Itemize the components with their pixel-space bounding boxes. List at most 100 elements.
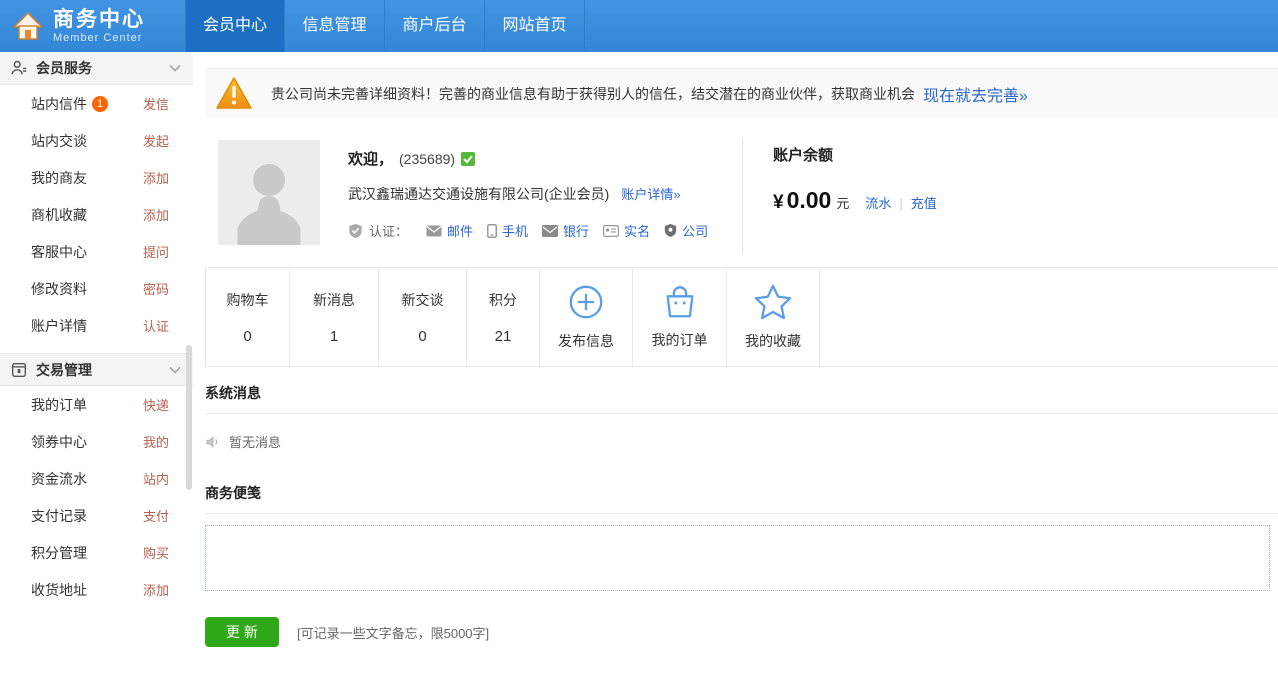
sidebar-item-shipping-address: 收货地址 添加 [0, 571, 193, 608]
id-card-icon [603, 225, 619, 237]
profile-row: 欢迎， (235689) 武汉鑫瑞通达交通设施有限公司(企业会员)账户详情» [205, 130, 1278, 255]
memo-title: 商务便笺 [205, 483, 1278, 514]
empty-message-text: 暂无消息 [229, 432, 281, 451]
system-message-empty: 暂无消息 [205, 432, 1278, 451]
stat-new-messages[interactable]: 新消息 1 [290, 268, 379, 366]
sidebar-action-express[interactable]: 快递 [143, 395, 169, 414]
sidebar-action-add-address[interactable]: 添加 [143, 580, 169, 599]
recharge-link[interactable]: 充值 [911, 196, 937, 211]
sidebar-item-label: 站内信件 [31, 94, 87, 114]
phone-icon [487, 224, 497, 238]
sidebar-item-label[interactable]: 积分管理 [31, 543, 87, 563]
update-button[interactable]: 更 新 [205, 617, 279, 647]
sidebar-item-edit-profile: 修改资料 密码 [0, 270, 193, 307]
app-subtitle: Member Center [53, 32, 145, 44]
sidebar-section-member-services[interactable]: 会员服务 [0, 52, 193, 85]
cert-bank[interactable]: 银行 [542, 221, 589, 240]
cert-real-name[interactable]: 实名 [603, 221, 650, 240]
sidebar-section-title: 交易管理 [36, 360, 92, 380]
main-content: 贵公司尚未完善详细资料！完善的商业信息有助于获得别人的信任，结交潜在的商业伙伴，… [193, 52, 1278, 689]
avatar[interactable] [218, 140, 320, 245]
publish-info-button[interactable]: 发布信息 [540, 268, 633, 366]
sidebar-item-mail: 站内信件1 发信 [0, 85, 193, 122]
fund-flow-link[interactable]: 流水 [865, 196, 891, 211]
sidebar-action-my-coupons[interactable]: 我的 [143, 432, 169, 451]
balance-amount: 0.00 [787, 187, 832, 214]
stat-cart[interactable]: 购物车 0 [205, 268, 290, 366]
chevron-down-icon [169, 64, 181, 72]
tab-info-management[interactable]: 信息管理 [285, 0, 385, 52]
cert-company[interactable]: 公司 [664, 221, 708, 240]
sidebar-item-label[interactable]: 收货地址 [31, 580, 87, 600]
my-favorites-button[interactable]: 我的收藏 [727, 268, 820, 366]
cart-count: 0 [243, 328, 251, 345]
top-header: 商务中心 Member Center 会员中心 信息管理 商户后台 网站首页 [0, 0, 1278, 52]
sidebar-item-label[interactable]: 站内交谈 [31, 131, 87, 151]
sidebar-item-label[interactable]: 我的订单 [31, 395, 87, 415]
welcome-text: 欢迎， [348, 148, 393, 169]
sidebar-item-my-orders: 我的订单 快递 [0, 386, 193, 423]
memo-textarea[interactable] [205, 525, 1270, 591]
sidebar-item-opportunity-favorites: 商机收藏 添加 [0, 196, 193, 233]
house-icon [12, 10, 44, 42]
app-logo[interactable]: 商务中心 Member Center [0, 0, 185, 52]
sidebar-item-customer-service: 客服中心 提问 [0, 233, 193, 270]
green-check-icon [461, 152, 475, 166]
sidebar-item-fund-flow: 资金流水 站内 [0, 460, 193, 497]
new-message-count: 1 [330, 328, 338, 345]
sidebar-action-add-partner[interactable]: 添加 [143, 168, 169, 187]
stat-points[interactable]: 积分 21 [467, 268, 540, 366]
sidebar-item-label[interactable]: 领券中心 [31, 432, 87, 452]
mail-icon [426, 225, 442, 237]
cert-label: 认证： [369, 221, 408, 240]
sidebar-item-chat: 站内交谈 发起 [0, 122, 193, 159]
cert-phone[interactable]: 手机 [487, 221, 528, 240]
sidebar-item-payment-records: 支付记录 支付 [0, 497, 193, 534]
trade-box-icon [10, 361, 28, 379]
speaker-icon [205, 435, 221, 449]
warning-triangle-icon [215, 76, 253, 111]
sidebar-section-trade-management[interactable]: 交易管理 [0, 353, 193, 386]
new-chat-count: 0 [418, 328, 426, 345]
sidebar-action-ask-question[interactable]: 提问 [143, 242, 169, 261]
points-count: 21 [495, 328, 512, 345]
app-title: 商务中心 [53, 8, 145, 32]
sidebar-item-label[interactable]: 我的商友 [31, 168, 87, 188]
sidebar-action-start-chat[interactable]: 发起 [143, 131, 169, 150]
main-nav: 会员中心 信息管理 商户后台 网站首页 [185, 0, 585, 52]
star-icon [753, 283, 793, 321]
sidebar-item-label[interactable]: 账户详情 [31, 316, 87, 336]
shopping-bag-icon [661, 284, 699, 320]
complete-profile-link[interactable]: 现在就去完善» [923, 82, 1028, 106]
chevron-down-icon [169, 366, 181, 374]
sidebar-item-label[interactable]: 资金流水 [31, 469, 87, 489]
cert-email[interactable]: 邮件 [426, 221, 473, 240]
sidebar-scrollbar[interactable] [186, 345, 192, 490]
sidebar-action-onsite[interactable]: 站内 [143, 469, 169, 488]
balance-unit: 元 [836, 193, 849, 212]
sidebar-action-add-favorite[interactable]: 添加 [143, 205, 169, 224]
sidebar-item-points-management: 积分管理 购买 [0, 534, 193, 571]
stat-new-chats[interactable]: 新交谈 0 [379, 268, 467, 366]
sidebar-action-buy-points[interactable]: 购买 [143, 543, 169, 562]
memo-hint: [可记录一些文字备忘，限5000字] [297, 623, 489, 642]
my-orders-button[interactable]: 我的订单 [633, 268, 727, 366]
tab-member-center[interactable]: 会员中心 [185, 0, 285, 52]
bank-envelope-icon [542, 225, 558, 237]
sidebar-item-label[interactable]: 支付记录 [31, 506, 87, 526]
sidebar-item-label[interactable]: 修改资料 [31, 279, 87, 299]
company-shield-icon [664, 223, 677, 238]
sidebar-action-certify[interactable]: 认证 [143, 316, 169, 335]
sidebar-action-send-mail[interactable]: 发信 [143, 94, 169, 113]
tab-site-home[interactable]: 网站首页 [485, 0, 585, 52]
tab-merchant-backend[interactable]: 商户后台 [385, 0, 485, 52]
company-name: 武汉鑫瑞通达交通设施有限公司(企业会员) [348, 186, 609, 202]
sidebar-item-label[interactable]: 商机收藏 [31, 205, 87, 225]
account-details-link[interactable]: 账户详情» [621, 187, 680, 202]
sidebar-section-title: 会员服务 [36, 58, 92, 78]
sidebar-action-password[interactable]: 密码 [143, 279, 169, 298]
sidebar: 会员服务 站内信件1 发信 站内交谈 发起 我的商友 添加 商机收藏 添加 客服… [0, 52, 193, 689]
sidebar-item-partners: 我的商友 添加 [0, 159, 193, 196]
sidebar-item-label[interactable]: 客服中心 [31, 242, 87, 262]
sidebar-action-pay[interactable]: 支付 [143, 506, 169, 525]
